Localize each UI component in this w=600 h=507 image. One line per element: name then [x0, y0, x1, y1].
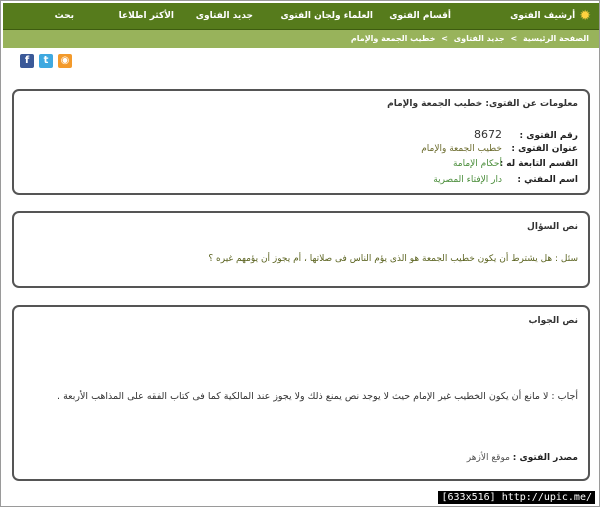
mufti-row: اسم المفتي : دار الإفتاء المصرية: [433, 175, 578, 185]
breadcrumb-current: خطيب الجمعة والإمام: [350, 34, 436, 43]
fatwa-title-row: عنوان الفتوى : خطيب الجمعة والإمام: [421, 144, 578, 154]
sun-logo-icon: ✹: [579, 8, 591, 24]
breadcrumb-new-fatwas[interactable]: جديد الفتاوى: [454, 30, 505, 48]
fatwa-section-label: القسم التابعة له :: [499, 159, 578, 169]
fatwa-number-row: رقم الفتوى : 8672: [474, 128, 578, 141]
answer-panel: نص الجواب أجاب : لا مانع أن يكون الخطيب …: [12, 305, 590, 481]
fatwa-source-value: موقع الأزهر: [466, 453, 510, 463]
fatwa-info-panel: معلومات عن الفتوى: خطيب الجمعة والإمام ر…: [12, 89, 590, 195]
brand-label: أرشيف الفتوى: [510, 11, 576, 21]
fatwa-number-value: 8672: [474, 128, 502, 141]
fatwa-title-label: عنوان الفتوى :: [511, 144, 578, 154]
top-navigation: ✹ أرشيف الفتوى أقسام الفتوى العلماء ولجا…: [3, 3, 599, 30]
question-panel: نص السؤال سئل : هل يشترط أن يكون خطيب ال…: [12, 211, 590, 288]
question-text: سئل : هل يشترط أن يكون خطيب الجمعة هو ال…: [208, 254, 578, 264]
breadcrumb-home[interactable]: الصفحة الرئيسية: [523, 30, 589, 48]
fatwa-section-row: القسم التابعة له : أحكام الإمامة: [453, 159, 578, 169]
mufti-link[interactable]: دار الإفتاء المصرية: [433, 175, 502, 185]
answer-text: أجاب : لا مانع أن يكون الخطيب غير الإمام…: [57, 391, 578, 402]
breadcrumb-separator: >: [441, 34, 448, 43]
fatwa-number-label: رقم الفتوى :: [519, 131, 578, 141]
breadcrumb: الصفحة الرئيسية > جديد الفتاوى > خطيب ال…: [3, 30, 599, 48]
question-title: نص السؤال: [527, 222, 578, 232]
nav-item-most-viewed[interactable]: الأكثر اطلاعا: [119, 3, 174, 30]
answer-title: نص الجواب: [528, 316, 578, 326]
image-host-watermark: [633x516] http://upic.me/: [438, 491, 595, 504]
fatwa-info-title: معلومات عن الفتوى: خطيب الجمعة والإمام: [387, 99, 578, 109]
nav-item-sections[interactable]: أقسام الفتوى: [389, 3, 451, 30]
nav-item-scholars[interactable]: العلماء ولجان الفتوى: [280, 3, 373, 30]
fatwa-source-label: مصدر الفتوى :: [512, 453, 578, 463]
facebook-icon[interactable]: f: [20, 54, 34, 68]
breadcrumb-separator: >: [510, 34, 518, 43]
mufti-label: اسم المفتي :: [517, 175, 578, 185]
social-links: f t ◉: [20, 54, 72, 68]
fatwa-title-value: خطيب الجمعة والإمام: [421, 144, 502, 154]
fatwa-section-link[interactable]: أحكام الإمامة: [453, 159, 502, 169]
nav-item-new-fatwas[interactable]: جديد الفتاوى: [196, 3, 253, 30]
fatwa-source: مصدر الفتوى : موقع الأزهر: [467, 453, 578, 463]
page-frame: ✹ أرشيف الفتوى أقسام الفتوى العلماء ولجا…: [0, 0, 600, 507]
site-brand[interactable]: ✹ أرشيف الفتوى: [510, 3, 591, 30]
rss-icon[interactable]: ◉: [58, 54, 72, 68]
twitter-icon[interactable]: t: [39, 54, 53, 68]
nav-item-search[interactable]: بحث: [55, 3, 74, 30]
